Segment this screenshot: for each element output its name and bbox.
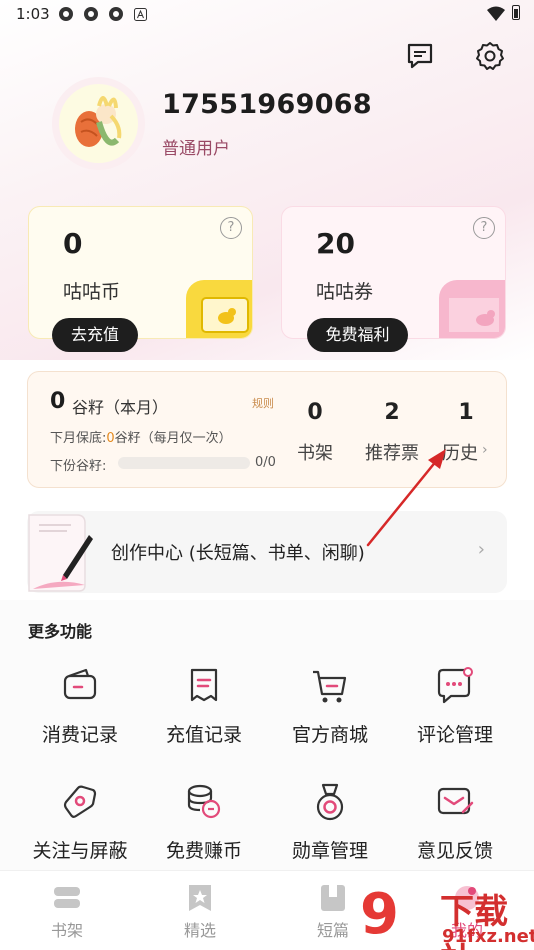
coin-decoration [186,280,252,338]
coin-value: 0 [63,227,83,260]
grain-guarantee-suffix: 谷籽（每月仅一次） [114,431,232,446]
text-notification-icon [134,8,147,21]
bookshelf-icon [54,887,80,908]
ticket-help-icon[interactable]: ? [473,217,495,239]
creation-center-entry[interactable]: 创作中心 (长短篇、书单、闲聊) › [27,511,507,593]
feature-follow-block[interactable]: 关注与屏蔽 [20,782,140,863]
feature-label: 意见反馈 [416,840,493,862]
receipt-icon [190,668,218,702]
app-notification-icon [59,7,73,21]
app-notification-icon [109,7,123,21]
grain-guarantee-value: 0 [106,431,115,446]
battery-icon [512,5,520,20]
recharge-button[interactable]: 去充值 [52,318,138,352]
ticket-value: 20 [316,227,355,260]
grain-progress-bar [118,457,250,469]
grain-panel: 0 谷籽（本月） 规则 下月保底:0谷籽（每月仅一次） 下份谷籽: 0/0 0 … [27,371,507,488]
coins-icon [187,784,221,819]
grain-guarantee-label: 下月保底: [50,431,107,446]
more-features-title: 更多功能 [28,622,93,641]
feedback-icon [437,787,474,815]
chevron-right-icon: › [477,539,485,560]
cart-icon [313,670,347,703]
nav-item-short-story[interactable]: 短篇 [303,883,363,941]
watermark-logo: 9 [360,882,399,947]
feature-label: 评论管理 [416,724,493,746]
feature-consumption-record[interactable]: 消费记录 [20,666,140,747]
stat-value: 0 [307,400,323,425]
wallet-icon [63,668,97,700]
status-time: 1:03 [16,5,50,23]
avatar-image [59,84,138,163]
feature-label: 充值记录 [165,724,242,746]
feature-label: 勋章管理 [291,840,368,862]
ticket-decoration [439,280,505,338]
free-welfare-button[interactable]: 免费福利 [307,318,408,352]
avatar[interactable] [52,77,145,170]
nav-label: 短篇 [316,921,349,940]
feature-label: 消费记录 [41,724,118,746]
ticket-bird-icon [449,298,499,332]
stat-label: 历史 [442,443,478,464]
feature-official-mall[interactable]: 官方商城 [270,666,390,747]
feature-free-earn-coins[interactable]: 免费赚币 [144,782,264,863]
avatar-illustration [75,96,122,147]
site-watermark: 9 下载站 91fxz.net [360,878,534,950]
feature-label: 关注与屏蔽 [32,840,128,862]
watermark-url: 91fxz.net [442,926,534,947]
tag-icon [63,785,97,818]
user-level: 普通用户 [162,139,230,159]
coin-label: 咕咕币 [63,281,121,303]
stat-value: 1 [458,400,474,425]
ticket-chick-icon [201,297,249,333]
message-icon[interactable] [404,40,436,72]
featured-icon [189,885,211,911]
grain-next-label: 下份谷籽: [50,459,107,474]
nav-label: 书架 [50,921,83,940]
grain-rule-link[interactable]: 规则 [252,395,274,411]
nav-label: 精选 [183,921,216,940]
grain-value: 0 [50,389,66,414]
notebook-pen-icon [28,514,93,592]
short-story-icon [321,885,345,911]
chevron-right-icon: › [482,442,488,458]
wifi-icon [487,6,505,21]
coin-help-icon[interactable]: ? [220,217,242,239]
comment-icon [437,667,473,704]
feature-feedback[interactable]: 意见反馈 [395,782,515,863]
creation-center-label: 创作中心 (长短篇、书单、闲聊) [111,543,365,564]
grain-guarantee: 下月保底:0谷籽（每月仅一次） [50,427,232,446]
feature-label: 官方商城 [291,724,368,746]
settings-gear-icon[interactable] [474,40,506,72]
stat-value: 2 [384,400,400,425]
grain-title: 谷籽（本月） [72,398,169,417]
ticket-label: 咕咕券 [316,281,374,303]
feature-label: 免费赚币 [165,840,242,862]
status-bar: 1:03 [0,0,534,30]
user-phone: 17551969068 [162,89,372,120]
app-notification-icon [84,7,98,21]
feature-comment-management[interactable]: 评论管理 [395,666,515,747]
feature-medal-management[interactable]: 勋章管理 [270,782,390,863]
feature-recharge-record[interactable]: 充值记录 [144,666,264,747]
nav-item-bookshelf[interactable]: 书架 [37,883,97,941]
nav-item-featured[interactable]: 精选 [170,883,230,941]
medal-icon [316,783,344,821]
